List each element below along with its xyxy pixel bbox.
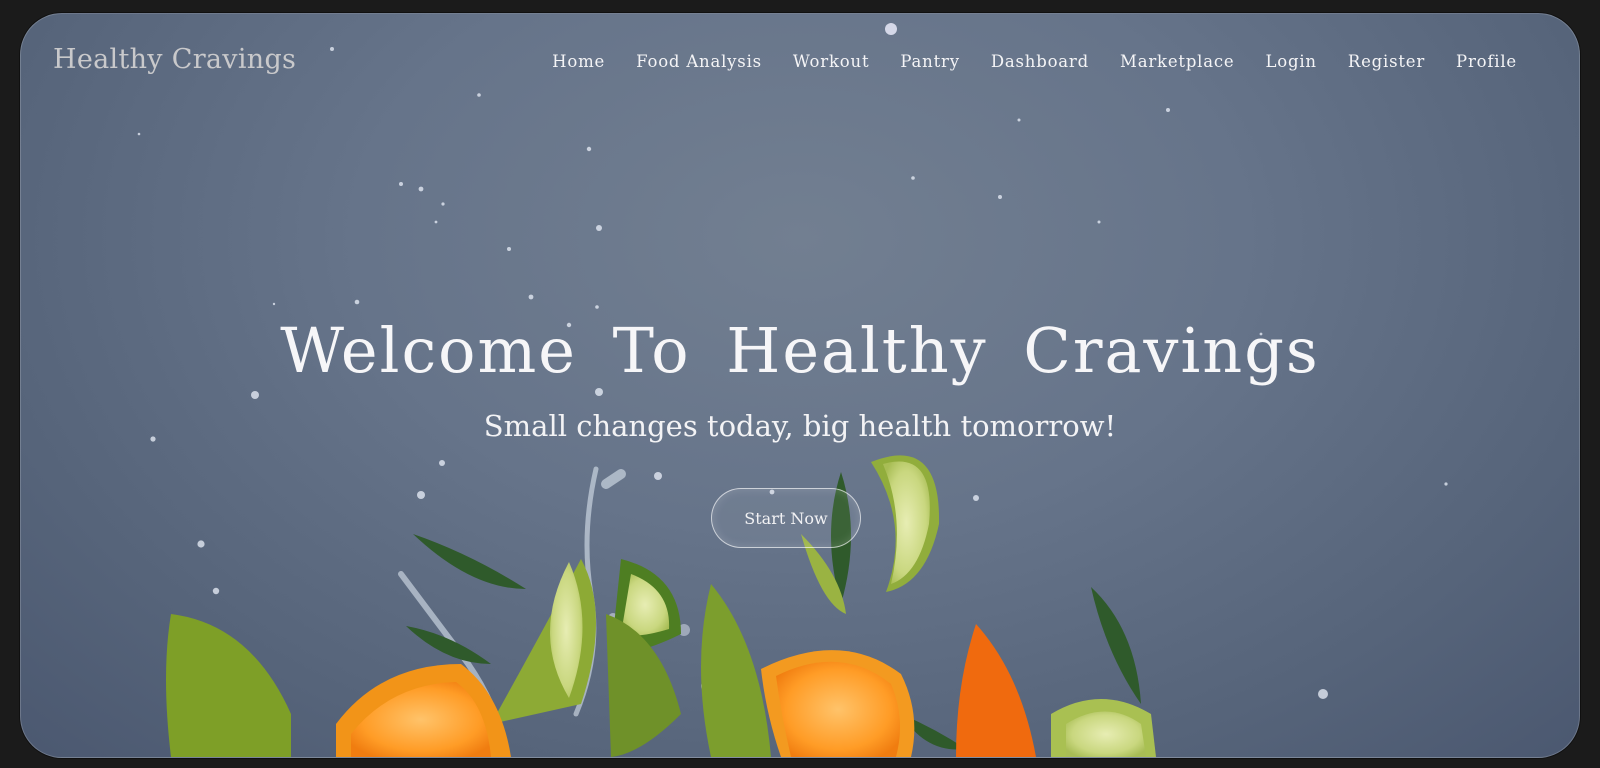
nav-item-food-analysis[interactable]: Food Analysis — [636, 52, 762, 71]
nav-item-marketplace[interactable]: Marketplace — [1120, 52, 1235, 71]
nav-item-home[interactable]: Home — [552, 52, 605, 71]
nav-item-dashboard[interactable]: Dashboard — [991, 52, 1089, 71]
hero-frame: Healthy Cravings Home Food Analysis Work… — [20, 13, 1580, 758]
nav-item-workout[interactable]: Workout — [793, 52, 869, 71]
main-nav: Home Food Analysis Workout Pantry Dashbo… — [552, 52, 1517, 71]
hero-title: Welcome To Healthy Cravings — [280, 314, 1320, 387]
top-navbar: Healthy Cravings Home Food Analysis Work… — [21, 14, 1579, 114]
hero-subtitle: Small changes today, big health tomorrow… — [483, 409, 1117, 443]
nav-item-profile[interactable]: Profile — [1456, 52, 1517, 71]
brand-logo[interactable]: Healthy Cravings — [53, 44, 296, 75]
nav-item-register[interactable]: Register — [1348, 52, 1425, 71]
nav-item-login[interactable]: Login — [1266, 52, 1317, 71]
nav-item-pantry[interactable]: Pantry — [900, 52, 959, 71]
start-now-button[interactable]: Start Now — [711, 488, 861, 548]
hero-section: Welcome To Healthy Cravings Small change… — [21, 314, 1579, 443]
